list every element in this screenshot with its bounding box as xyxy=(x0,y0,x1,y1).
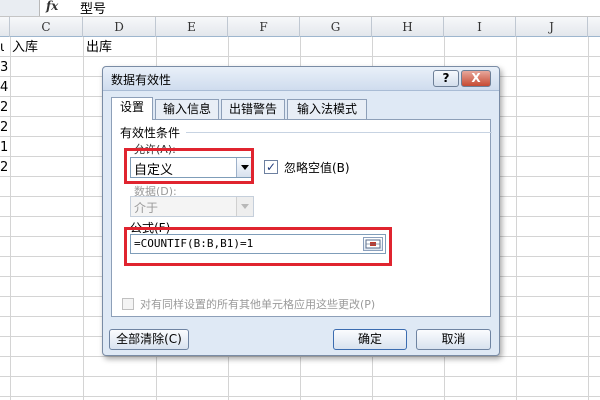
data-dropdown-button xyxy=(236,197,253,216)
fx-icon[interactable]: fx xyxy=(46,0,58,13)
column-header-f[interactable]: F xyxy=(228,17,300,37)
cell-b2[interactable]: 3 xyxy=(0,58,8,78)
column-header-e[interactable]: E xyxy=(156,17,228,37)
ignore-blank-label[interactable]: 忽略空值(B) xyxy=(284,159,350,176)
close-button[interactable]: X xyxy=(461,70,491,87)
grid-line xyxy=(588,37,589,400)
grid-line xyxy=(516,37,517,400)
tab-ime-mode[interactable]: 输入法模式 xyxy=(287,99,367,119)
grid-line xyxy=(10,37,11,400)
cell-d1[interactable]: 出库 xyxy=(86,38,112,58)
highlight-allow-box xyxy=(124,148,254,184)
column-header-c[interactable]: C xyxy=(10,17,83,37)
dialog-titlebar[interactable]: 数据有效性 ? X xyxy=(103,67,499,91)
column-header-g[interactable]: G xyxy=(300,17,372,37)
cell-b3[interactable]: 4 xyxy=(0,78,8,98)
tab-error-alert[interactable]: 出错警告 xyxy=(221,99,285,119)
cell-b4[interactable]: 2 xyxy=(0,98,8,118)
name-box[interactable] xyxy=(0,0,40,16)
column-header-bar: C D E F G H I J xyxy=(0,17,600,37)
cancel-button[interactable]: 取消 xyxy=(416,329,491,350)
chevron-down-icon xyxy=(241,204,249,209)
ignore-blank-checkbox[interactable]: ✓ xyxy=(264,160,278,174)
column-header-d[interactable]: D xyxy=(83,17,156,37)
cell-b1[interactable]: ι xyxy=(0,38,4,58)
ok-button[interactable]: 确定 xyxy=(333,329,407,350)
formula-bar-content[interactable]: 型号 xyxy=(80,0,106,17)
tab-input-message[interactable]: 输入信息 xyxy=(155,99,219,119)
check-icon: ✓ xyxy=(265,160,277,174)
cell-b6[interactable]: 1 xyxy=(0,138,8,158)
column-header-b[interactable] xyxy=(0,17,10,37)
data-validation-dialog: 数据有效性 ? X 设置 输入信息 出错警告 输入法模式 有效性条件 允许(A)… xyxy=(102,66,500,356)
data-select-value: 介于 xyxy=(134,201,159,215)
data-select-disabled: 介于 xyxy=(130,196,254,217)
cell-c1[interactable]: 入库 xyxy=(12,38,38,58)
formula-bar: fx 型号 xyxy=(0,0,600,17)
section-divider xyxy=(186,132,492,133)
tab-settings[interactable]: 设置 xyxy=(111,97,153,120)
dialog-title: 数据有效性 xyxy=(111,73,172,87)
column-header-h[interactable]: H xyxy=(372,17,444,37)
highlight-formula-box xyxy=(124,227,392,266)
column-header-i[interactable]: I xyxy=(444,17,516,37)
clear-all-button[interactable]: 全部清除(C) xyxy=(109,329,189,350)
section-title: 有效性条件 xyxy=(120,126,181,140)
grid-line xyxy=(83,37,84,400)
column-header-j[interactable]: J xyxy=(516,17,588,37)
apply-all-label: 对有同样设置的所有其他单元格应用这些更改(P) xyxy=(140,298,376,311)
help-button[interactable]: ? xyxy=(433,70,459,87)
cell-b7[interactable]: 2 xyxy=(0,158,8,178)
cell-b5[interactable]: 2 xyxy=(0,118,8,138)
apply-all-checkbox xyxy=(122,298,134,310)
